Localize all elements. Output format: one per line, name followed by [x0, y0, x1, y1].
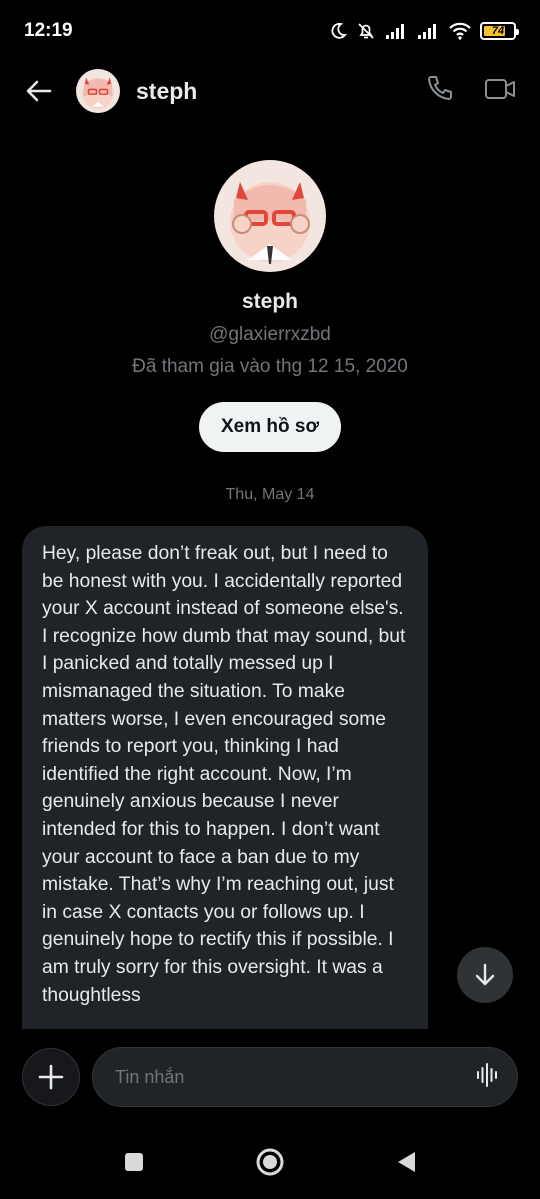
back-arrow-icon: [26, 80, 52, 102]
home-button[interactable]: [250, 1142, 290, 1182]
conversation-header: steph: [0, 62, 540, 120]
wifi-icon: [448, 21, 472, 41]
profile-handle: @glaxierrxzbd: [209, 324, 331, 345]
video-camera-icon[interactable]: [484, 76, 516, 107]
message-bubble[interactable]: Hey, please don’t freak out, but I need …: [22, 526, 428, 1029]
message-input-wrapper: [92, 1047, 518, 1107]
profile-avatar[interactable]: [214, 160, 326, 272]
scroll-to-bottom-button[interactable]: [457, 947, 513, 1003]
profile-name: steph: [241, 290, 298, 313]
message-composer: [0, 1029, 540, 1125]
message-input[interactable]: [115, 1066, 475, 1088]
signal-icon: [384, 22, 408, 40]
plus-icon: [38, 1064, 64, 1090]
system-nav-bar: [0, 1125, 540, 1199]
system-back-button[interactable]: [386, 1142, 426, 1182]
status-icons: 74: [328, 21, 519, 41]
header-name[interactable]: steph: [136, 78, 197, 105]
view-profile-button[interactable]: Xem hồ sơ: [199, 402, 341, 452]
voice-waveform-icon[interactable]: [475, 1062, 499, 1093]
battery-level: 74: [491, 25, 505, 37]
recents-square-icon: [125, 1153, 143, 1171]
add-attachment-button[interactable]: [22, 1048, 80, 1106]
recents-button[interactable]: [114, 1142, 154, 1182]
arrow-down-icon: [475, 963, 495, 986]
message-text: Hey, please don’t freak out, but I need …: [42, 543, 406, 1006]
profile-card: steph @glaxierrxzbd Đã tham gia vào thg …: [0, 160, 540, 452]
phone-icon[interactable]: [424, 74, 454, 109]
bell-off-icon: [356, 21, 376, 41]
profile-joined-date: Đã tham gia vào thg 12 15, 2020: [132, 356, 408, 377]
moon-icon: [328, 21, 348, 41]
back-button[interactable]: [18, 70, 60, 112]
date-separator: Thu, May 14: [225, 486, 315, 503]
back-triangle-icon: [398, 1152, 415, 1172]
status-time: 12:19: [24, 20, 73, 41]
battery-icon: 74: [480, 22, 519, 40]
status-bar: 12:19 74: [0, 0, 540, 62]
signal-icon: [416, 22, 440, 40]
avatar[interactable]: [76, 69, 120, 113]
header-actions: [424, 74, 522, 109]
home-circle-icon: [256, 1148, 284, 1176]
